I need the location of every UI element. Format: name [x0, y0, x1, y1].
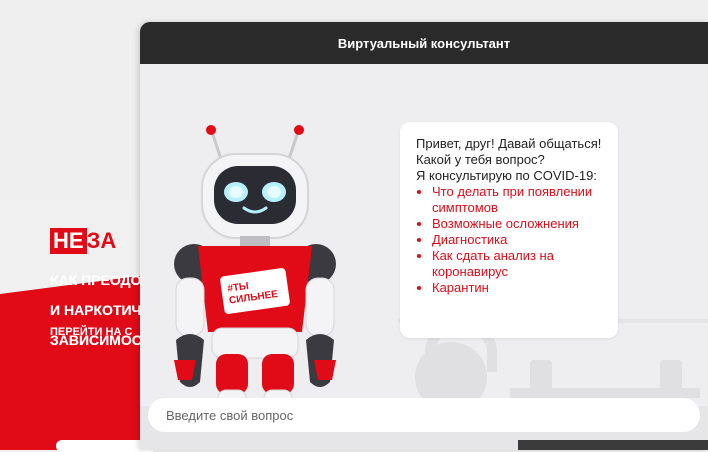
topic-list: Что делать при появлении симптомов Возмо…: [416, 184, 604, 296]
topic-link-complications[interactable]: Возможные осложнения: [432, 216, 604, 232]
background-line: И НАРКОТИЧ: [50, 303, 142, 318]
bot-message-bubble: Привет, друг! Давай общаться! Какой у те…: [400, 122, 618, 338]
brand-rest-label: ЗА: [86, 228, 117, 253]
topic-link-test[interactable]: Как сдать анализ на коронавирус: [432, 248, 604, 280]
consultant-header: Виртуальный консультант: [140, 22, 708, 64]
bot-intro: Я консультирую по COVID-19:: [416, 168, 597, 183]
topic-link-diagnostics[interactable]: Диагностика: [432, 232, 604, 248]
background-brand-heading: НЕ ЗА: [50, 228, 116, 254]
question-input[interactable]: [148, 398, 700, 432]
bot-greeting: Привет, друг! Давай общаться! Какой у те…: [416, 136, 602, 167]
chat-body: #ТЫ СИЛЬНЕЕ Привет, друг! Давай общаться…: [140, 64, 708, 446]
background-dark-strip: [518, 440, 708, 450]
topic-link-symptoms[interactable]: Что делать при появлении симптомов: [432, 184, 604, 216]
virtual-consultant-window: Виртуальный консультант #ТЫ СИЛЬНЕЕ Прив…: [140, 22, 708, 450]
background-line: КАК ПРЕОДО: [50, 273, 142, 288]
background-subheading: КАК ПРЕОДО И НАРКОТИЧ ЗАВИСИМОС: [50, 258, 150, 363]
consultant-title: Виртуальный консультант: [337, 35, 511, 51]
topic-link-quarantine[interactable]: Карантин: [432, 280, 604, 296]
brand-ne-label: НЕ: [50, 228, 87, 254]
background-cta-link[interactable]: ПЕРЕЙТИ НА С: [50, 326, 132, 338]
